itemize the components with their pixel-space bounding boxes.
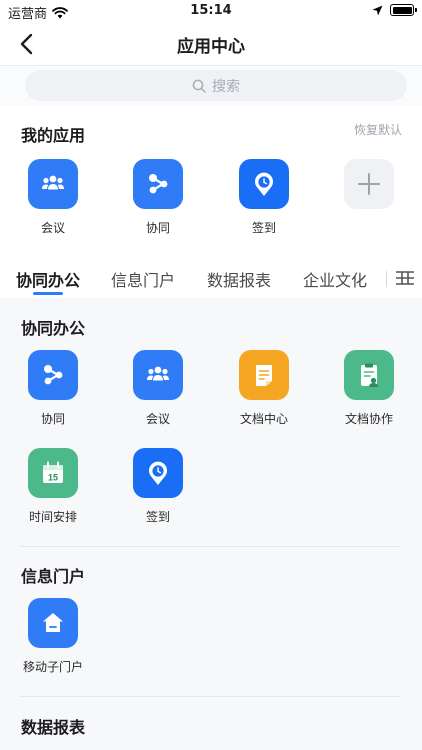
menu-icon <box>396 271 414 285</box>
battery-icon <box>390 4 417 16</box>
section-divider <box>20 696 400 697</box>
calendar-icon: 15 <box>28 448 78 498</box>
search-placeholder: 搜索 <box>212 78 240 95</box>
back-button[interactable] <box>12 30 40 58</box>
tab-collaboration-office[interactable]: 协同办公 <box>16 267 80 291</box>
meeting-icon <box>28 159 78 209</box>
section-divider <box>20 546 400 547</box>
my-apps-title: 我的应用 <box>21 126 86 145</box>
my-app-checkin[interactable]: 签到 <box>224 159 304 236</box>
document-icon <box>239 350 289 400</box>
app-label: 文档协作 <box>344 412 393 426</box>
app-label: 签到 <box>145 510 170 524</box>
navigation-bar: 应用中心 <box>0 22 422 66</box>
app-label: 协同 <box>40 412 65 426</box>
tab-divider <box>386 271 387 287</box>
tab-more-button[interactable] <box>394 268 422 288</box>
app-label: 移动子门户 <box>22 660 83 674</box>
app-collaboration[interactable]: 协同 <box>13 350 93 427</box>
app-label: 签到 <box>251 221 276 235</box>
search-bar-area: 搜索 <box>0 66 422 106</box>
location-clock-icon <box>239 159 289 209</box>
app-list-content: 协同办公 协同 会议 文档中心 文档协作 15 时间安排 签到 信息门户 移动子… <box>0 298 422 750</box>
my-app-meeting[interactable]: 会议 <box>13 159 93 236</box>
tab-info-portal[interactable]: 信息门户 <box>111 267 175 291</box>
tab-corporate-culture[interactable]: 企业文化 <box>303 267 367 291</box>
section-title: 协同办公 <box>21 319 86 338</box>
plus-icon <box>344 159 394 209</box>
location-arrow-icon <box>372 5 383 15</box>
active-tab-indicator <box>33 292 63 295</box>
app-label: 会议 <box>145 412 170 426</box>
app-label: 会议 <box>40 221 65 235</box>
chevron-left-icon <box>20 33 33 55</box>
app-meeting[interactable]: 会议 <box>118 350 198 427</box>
app-checkin[interactable]: 签到 <box>118 448 198 525</box>
my-app-collaboration[interactable]: 协同 <box>118 159 198 236</box>
collaboration-icon <box>133 159 183 209</box>
restore-default-button[interactable]: 恢复默认 <box>354 121 402 138</box>
add-app-button[interactable] <box>329 159 409 209</box>
status-bar: 运营商 15:14 <box>0 0 422 22</box>
collaboration-icon <box>28 350 78 400</box>
tab-data-report[interactable]: 数据报表 <box>207 267 271 291</box>
app-schedule[interactable]: 15 时间安排 <box>13 448 93 525</box>
location-clock-icon <box>133 448 183 498</box>
my-apps-section: 我的应用 恢复默认 会议 协同 签到 <box>0 106 422 258</box>
meeting-icon <box>133 350 183 400</box>
search-icon <box>192 79 206 93</box>
document-edit-icon <box>344 350 394 400</box>
app-label: 文档中心 <box>239 412 288 426</box>
category-tabs: 协同办公 信息门户 数据报表 企业文化 <box>0 258 422 298</box>
status-time: 15:14 <box>190 3 232 18</box>
app-label: 时间安排 <box>28 510 77 524</box>
section-title: 信息门户 <box>21 567 86 586</box>
home-icon <box>28 598 78 648</box>
app-mobile-subportal[interactable]: 移动子门户 <box>13 598 93 675</box>
section-title: 数据报表 <box>21 718 86 737</box>
app-document-collaboration[interactable]: 文档协作 <box>329 350 409 427</box>
search-input[interactable]: 搜索 <box>25 70 407 101</box>
page-title: 应用中心 <box>177 37 245 57</box>
app-label: 协同 <box>145 221 170 235</box>
calendar-day: 15 <box>48 473 58 483</box>
app-document-center[interactable]: 文档中心 <box>224 350 304 427</box>
